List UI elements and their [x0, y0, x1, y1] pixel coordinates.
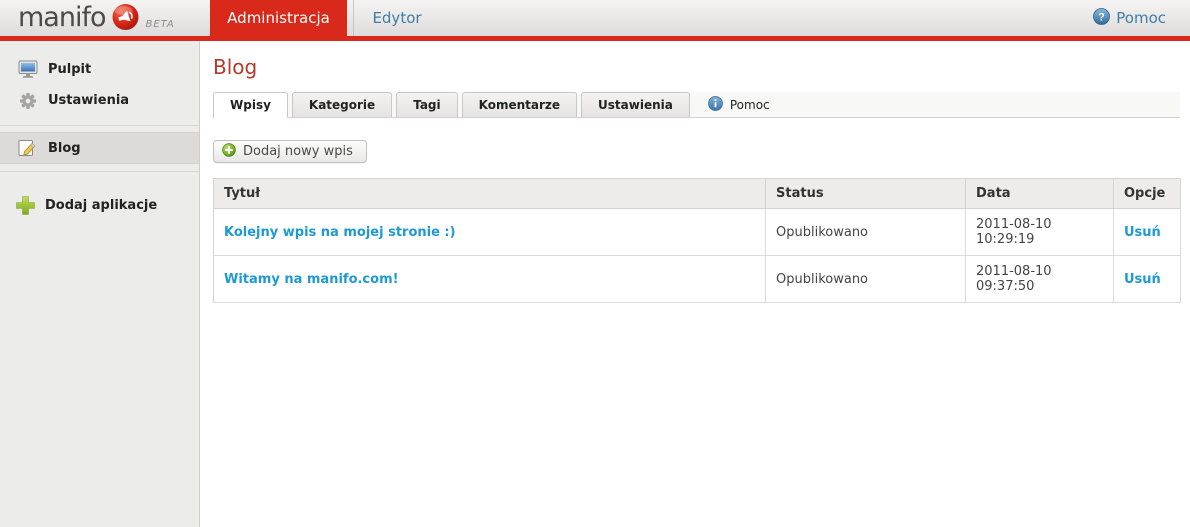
post-date: 2011-08-10 10:29:19 [965, 208, 1114, 256]
beta-badge: BETA [145, 18, 175, 30]
tab-wpisy[interactable]: Wpisy [213, 92, 288, 118]
nav-administracja[interactable]: Administracja [210, 0, 347, 41]
gear-icon [16, 92, 39, 110]
post-title-link[interactable]: Kolejny wpis na mojej stronie :) [224, 225, 456, 240]
column-header-status: Status [765, 178, 966, 209]
info-icon [708, 95, 723, 114]
post-date: 2011-08-10 09:37:50 [965, 255, 1114, 303]
logo-text: manifo [18, 2, 106, 33]
table-row: Witamy na manifo.com! Opublikowano 2011-… [213, 255, 1181, 303]
main-content: Blog Wpisy Kategorie Tagi Komentarze Ust… [200, 41, 1190, 527]
nav-edytor[interactable]: Edytor [353, 0, 440, 36]
tab-kategorie[interactable]: Kategorie [291, 92, 393, 117]
add-circle-icon [222, 142, 236, 161]
sidebar-divider [0, 125, 199, 126]
post-status: Opublikowano [765, 208, 966, 256]
tab-pomoc[interactable]: Pomoc [694, 92, 784, 117]
monitor-icon [16, 60, 39, 79]
question-icon: ? [1093, 7, 1111, 29]
sidebar-item-blog[interactable]: Blog [0, 132, 199, 164]
top-bar: manifo BETA Edytor ? Pomoc Administracja [0, 0, 1190, 41]
sidebar-item-ustawienia[interactable]: Ustawienia [0, 85, 199, 116]
posts-table: Tytuł Status Data Opcje Kolejny wpis na … [213, 178, 1181, 303]
tab-komentarze[interactable]: Komentarze [461, 92, 578, 117]
top-bar-background: manifo BETA Edytor ? Pomoc [0, 0, 1190, 36]
blog-tab-bar: Wpisy Kategorie Tagi Komentarze Ustawien… [213, 92, 1180, 118]
column-header-opcje: Opcje [1113, 178, 1181, 209]
sidebar-item-label: Dodaj aplikacje [45, 197, 158, 213]
svg-text:?: ? [1098, 11, 1105, 23]
post-status: Opublikowano [765, 255, 966, 303]
tab-ustawienia[interactable]: Ustawienia [581, 92, 690, 117]
help-label: Pomoc [1116, 9, 1166, 27]
help-link[interactable]: ? Pomoc [1093, 0, 1166, 36]
sidebar-item-label: Pulpit [48, 62, 92, 77]
sidebar-item-label: Ustawienia [48, 93, 130, 108]
add-new-post-label: Dodaj nowy wpis [243, 144, 353, 159]
edit-icon [16, 139, 39, 157]
sidebar: Pulpit Ustawienia Blog Dodaj aplikacje [0, 41, 200, 527]
table-header-row: Tytuł Status Data Opcje [213, 178, 1181, 209]
sidebar-item-label: Blog [48, 140, 81, 156]
tab-tagi[interactable]: Tagi [396, 92, 458, 117]
megaphone-logo-icon [111, 3, 140, 36]
page-title: Blog [213, 55, 258, 79]
table-row: Kolejny wpis na mojej stronie :) Opublik… [213, 208, 1181, 256]
sidebar-item-pulpit[interactable]: Pulpit [0, 54, 199, 85]
add-icon [12, 195, 38, 216]
delete-post-link[interactable]: Usuń [1124, 225, 1161, 240]
manifo-logo[interactable]: manifo BETA [18, 0, 175, 36]
column-header-tytul: Tytuł [213, 178, 766, 209]
tab-pomoc-label: Pomoc [729, 97, 770, 112]
post-title-link[interactable]: Witamy na manifo.com! [224, 272, 399, 287]
sidebar-divider [0, 171, 199, 172]
sidebar-item-dodaj-aplikacje[interactable]: Dodaj aplikacje [0, 186, 199, 224]
column-header-data: Data [965, 178, 1114, 209]
delete-post-link[interactable]: Usuń [1124, 272, 1161, 287]
add-new-post-button[interactable]: Dodaj nowy wpis [213, 140, 367, 163]
